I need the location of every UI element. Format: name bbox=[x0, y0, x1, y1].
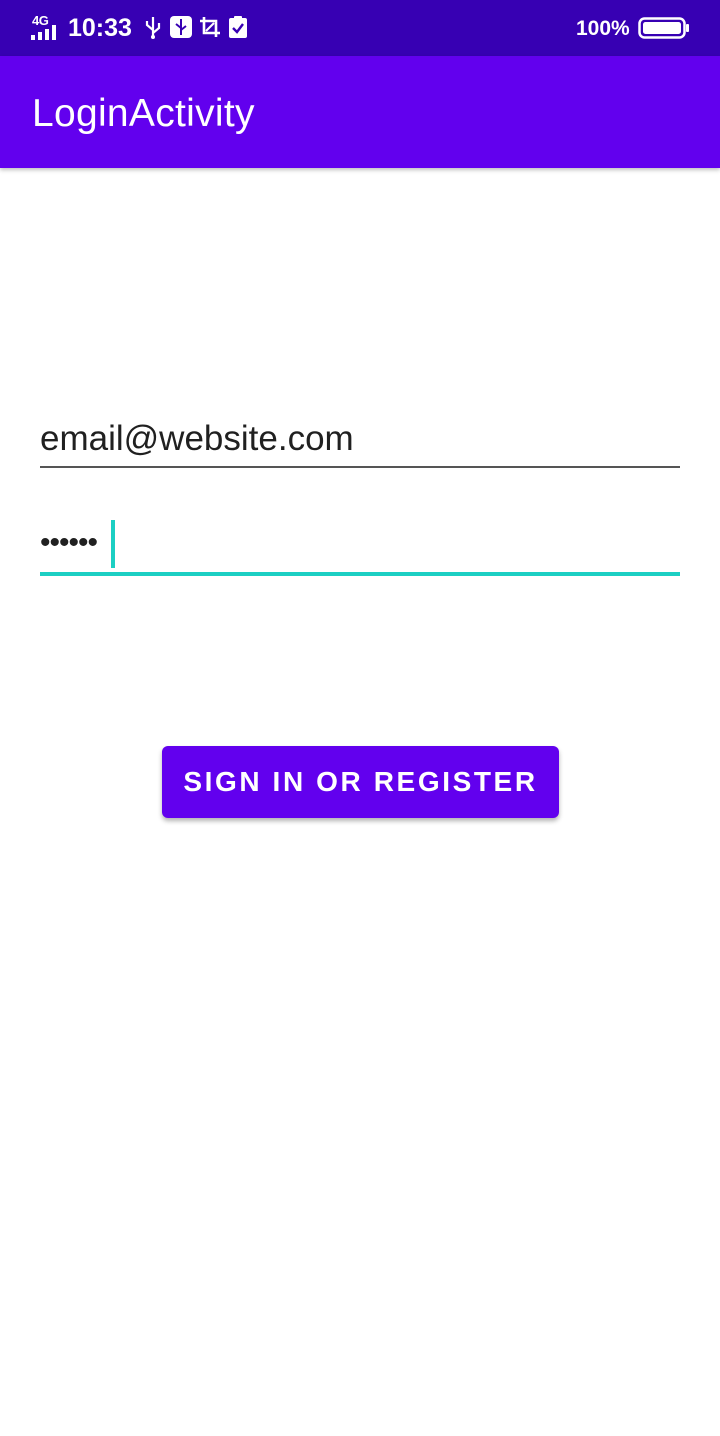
battery-icon bbox=[638, 17, 689, 39]
text-caret bbox=[111, 520, 115, 568]
screenshot-icon bbox=[200, 17, 220, 37]
status-bar: 4G 10:33 100% bbox=[0, 0, 720, 56]
password-value: •••••• bbox=[40, 526, 98, 559]
clipboard-check-icon bbox=[229, 16, 247, 38]
signal-icon bbox=[31, 25, 56, 40]
battery-percent: 100% bbox=[576, 17, 630, 40]
clock: 10:33 bbox=[68, 14, 132, 42]
sign-in-or-register-button[interactable]: SIGN IN OR REGISTER bbox=[162, 746, 559, 818]
usb-icon bbox=[145, 17, 161, 39]
page-title: LoginActivity bbox=[32, 92, 255, 135]
email-field[interactable] bbox=[40, 412, 680, 464]
app-bar: LoginActivity bbox=[0, 56, 720, 168]
email-field-container bbox=[40, 412, 680, 468]
usb-debug-icon bbox=[170, 16, 192, 38]
password-field[interactable]: •••••• bbox=[40, 516, 680, 576]
